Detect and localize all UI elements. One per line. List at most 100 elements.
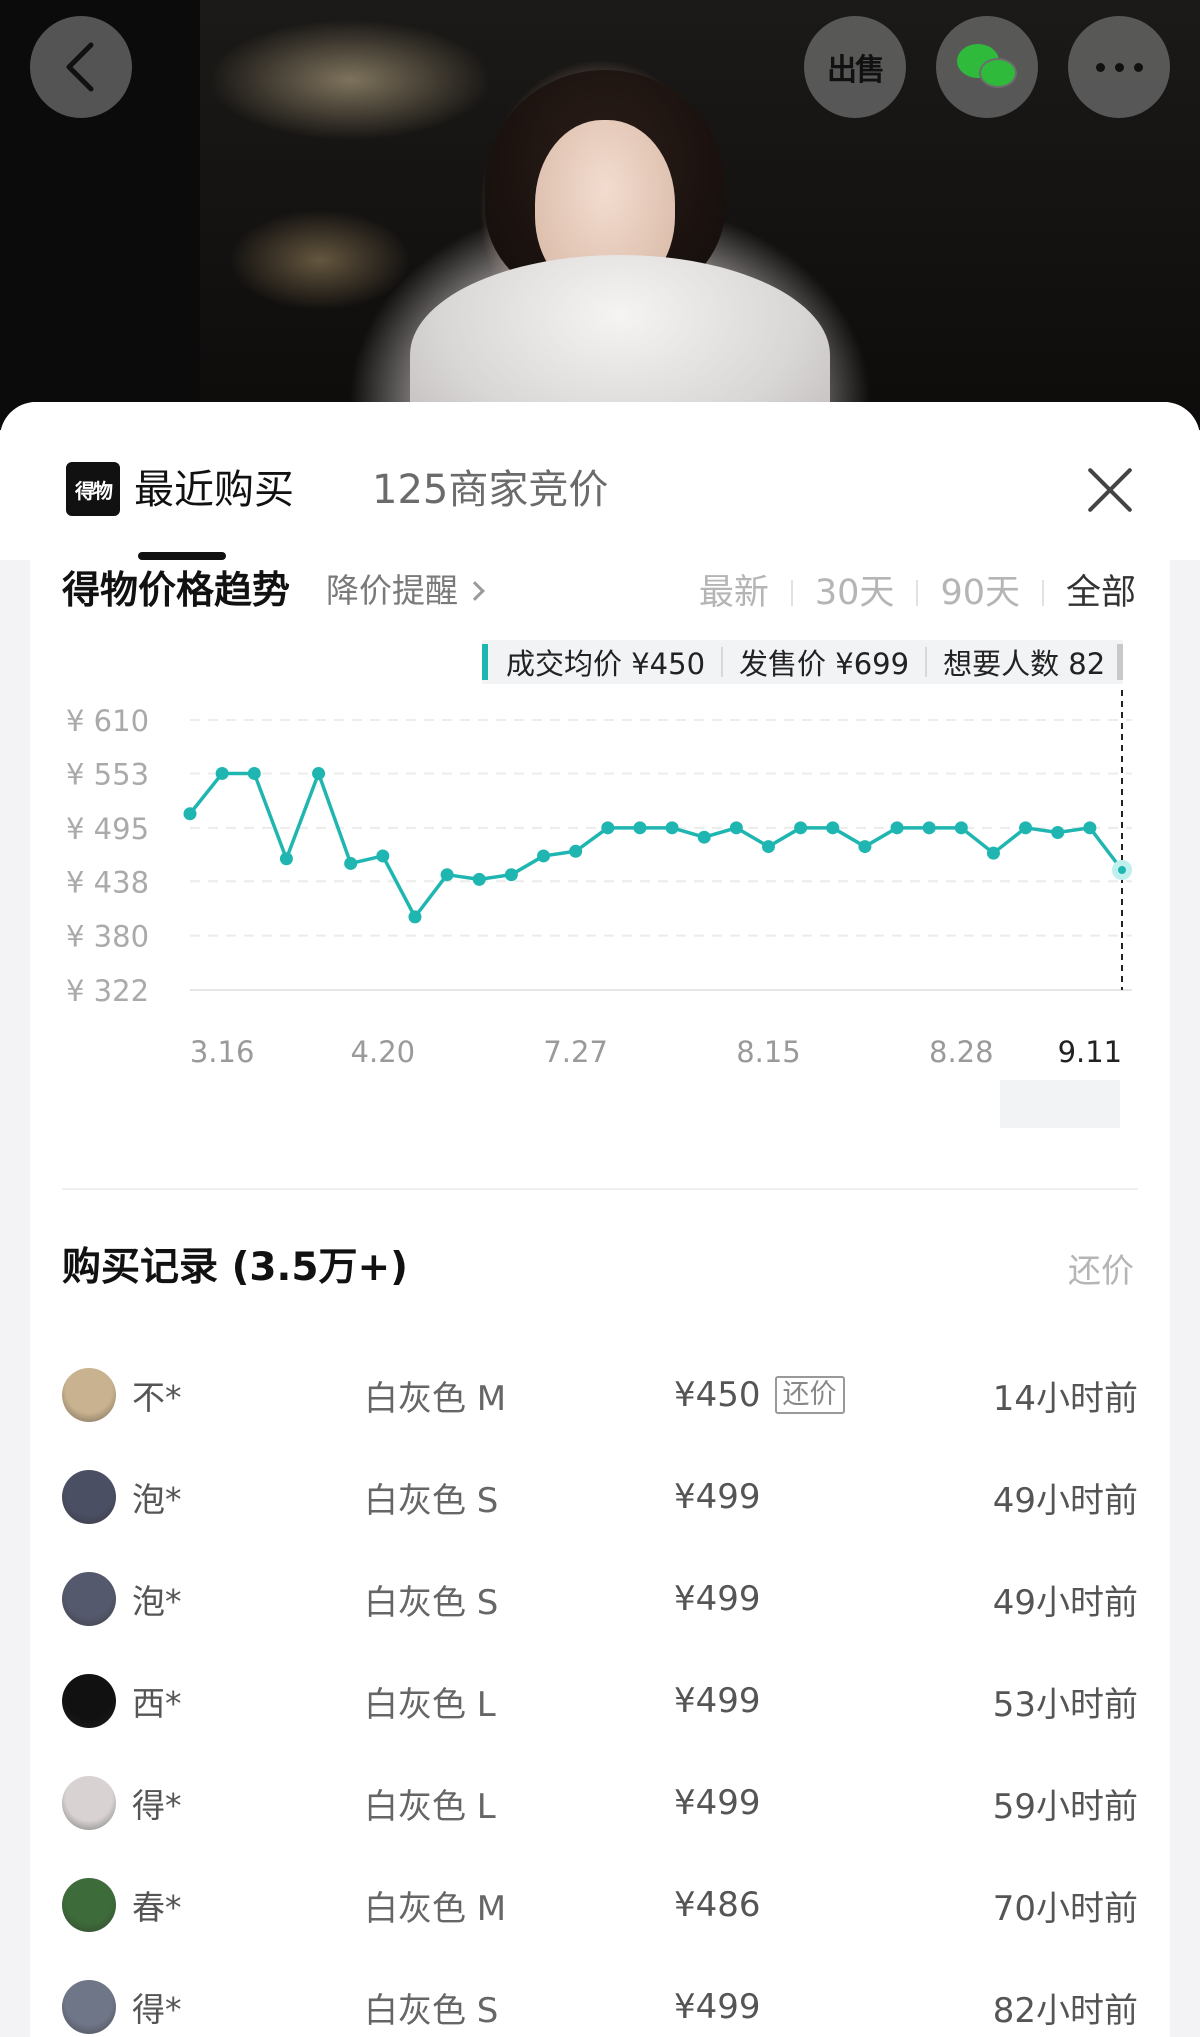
data-point	[1019, 821, 1033, 835]
price-cell: ¥499	[674, 1579, 761, 1619]
y-tick-label: ¥ 495	[66, 812, 149, 846]
price-cell: ¥486	[674, 1885, 761, 1925]
avatar[interactable]	[62, 1776, 116, 1830]
record-time: 70小时前	[992, 1888, 1138, 1929]
purchase-records-title: 购买记录 (3.5万+)	[62, 1245, 408, 1290]
data-point	[537, 849, 551, 863]
summary-accent	[482, 644, 488, 680]
variant-label: 白灰色 M	[364, 1888, 507, 1929]
data-point	[247, 766, 261, 780]
section-divider	[62, 1188, 1138, 1190]
variant-label: 白灰色 M	[364, 1378, 507, 1419]
range-divider	[916, 580, 919, 606]
data-point	[697, 830, 711, 844]
data-point	[1051, 826, 1065, 839]
data-point	[408, 910, 422, 924]
avatar[interactable]	[62, 1980, 116, 2034]
avg-price-label: 成交均价 ¥450	[506, 647, 706, 681]
price-cell: ¥450 还价	[674, 1375, 845, 1415]
data-point	[279, 852, 293, 866]
data-point	[665, 821, 679, 835]
price-value: ¥499	[674, 1579, 761, 1619]
range-latest[interactable]: 最新	[699, 568, 769, 618]
buyer-name: 得*	[132, 1990, 182, 2029]
record-time: 49小时前	[992, 1582, 1138, 1623]
range-all[interactable]: 全部	[1066, 568, 1136, 618]
data-point	[858, 840, 872, 854]
active-tab-indicator	[138, 552, 226, 560]
release-price-label: 发售价 ¥699	[739, 647, 910, 681]
variant-label: 白灰色 S	[364, 1480, 499, 1521]
data-point	[794, 821, 808, 835]
data-point	[986, 846, 1000, 860]
chevron-right-icon	[465, 581, 485, 601]
y-tick-label: ¥ 322	[66, 974, 149, 1008]
tab-merchant-bids[interactable]: 125商家竞价	[372, 462, 608, 518]
sell-button[interactable]: 出售	[804, 16, 906, 118]
tab-recent-purchases[interactable]: 最近购买	[134, 462, 294, 518]
counter-offer-tag: 还价	[774, 1376, 845, 1414]
avatar[interactable]	[62, 1470, 116, 1524]
price-value: ¥499	[674, 1681, 761, 1721]
range-90d[interactable]: 90天	[940, 568, 1020, 618]
range-divider	[790, 580, 793, 606]
data-point	[1083, 821, 1097, 835]
buyer-name: 泡*	[132, 1480, 182, 1519]
data-point	[761, 840, 775, 854]
more-button[interactable]	[1068, 16, 1170, 118]
reminder-label: 降价提醒	[326, 571, 458, 610]
record-row: 得* 白灰色 S ¥499 82小时前	[62, 1956, 1138, 2037]
x-tick-label: 8.15	[736, 1035, 801, 1069]
variant-label: 白灰色 S	[364, 1582, 499, 1623]
avatar[interactable]	[62, 1368, 116, 1422]
variant-label: 白灰色 S	[364, 1990, 499, 2031]
more-dots-icon	[1095, 62, 1143, 72]
data-point	[376, 849, 390, 863]
y-tick-label: ¥ 610	[66, 704, 149, 738]
trend-title: 得物价格趋势	[62, 568, 291, 612]
data-point	[601, 821, 615, 835]
data-point	[954, 821, 968, 835]
counter-offer-link[interactable]: 还价	[1068, 1246, 1134, 1296]
want-count-label: 想要人数 82	[943, 647, 1106, 681]
buyer-name: 得*	[132, 1786, 182, 1825]
record-row: 泡* 白灰色 S ¥499 49小时前	[62, 1446, 1138, 1548]
back-button[interactable]	[30, 16, 132, 118]
avatar[interactable]	[62, 1878, 116, 1932]
data-point	[312, 766, 326, 780]
data-point	[922, 821, 936, 835]
avatar[interactable]	[62, 1572, 116, 1626]
price-summary-tooltip: 成交均价 ¥450 发售价 ¥699 想要人数 82	[482, 640, 1124, 684]
price-value: ¥499	[674, 1987, 761, 2027]
range-30d[interactable]: 30天	[815, 568, 895, 618]
price-cell: ¥499	[674, 1783, 761, 1823]
record-row: 西* 白灰色 L ¥499 53小时前	[62, 1650, 1138, 1752]
avatar[interactable]	[62, 1674, 116, 1728]
data-point	[729, 821, 743, 835]
price-cell: ¥499	[674, 1987, 761, 2027]
variant-label: 白灰色 L	[364, 1684, 496, 1725]
price-cell: ¥499	[674, 1477, 761, 1517]
price-value: ¥499	[674, 1783, 761, 1823]
share-wechat-button[interactable]	[936, 16, 1038, 118]
data-point	[569, 844, 583, 858]
buyer-name: 春*	[132, 1888, 182, 1927]
data-point	[633, 821, 647, 835]
data-point	[215, 766, 229, 780]
sheet-header: 得物 最近购买 125商家竞价	[0, 402, 1200, 560]
price-drop-reminder-link[interactable]: 降价提醒	[326, 566, 485, 616]
price-trend-chart[interactable]: ¥ 610 ¥ 553 ¥ 495 ¥ 438 ¥ 380 ¥ 322 3.16 4.20 7.…	[30, 690, 1170, 1070]
data-point	[344, 856, 358, 870]
record-time: 82小时前	[992, 1990, 1138, 2031]
x-tick-label: 3.16	[190, 1035, 255, 1069]
buyer-name: 泡*	[132, 1582, 182, 1621]
data-point	[1112, 860, 1132, 880]
content-card: 得物价格趋势 降价提醒 最新 30天 90天 全部 成交均价 ¥450 发售价 …	[30, 560, 1170, 2037]
dewu-logo: 得物	[66, 462, 120, 516]
close-icon[interactable]	[1086, 466, 1134, 514]
record-row: 不* 白灰色 M ¥450 还价 14小时前	[62, 1344, 1138, 1446]
record-row: 泡* 白灰色 S ¥499 49小时前	[62, 1548, 1138, 1650]
purchase-records-list: 不* 白灰色 M ¥450 还价 14小时前 泡* 白灰色 S ¥499 49小时前 泡* 白灰色 …	[62, 1344, 1138, 2037]
data-point	[472, 872, 486, 886]
price-value: ¥450	[674, 1375, 761, 1415]
